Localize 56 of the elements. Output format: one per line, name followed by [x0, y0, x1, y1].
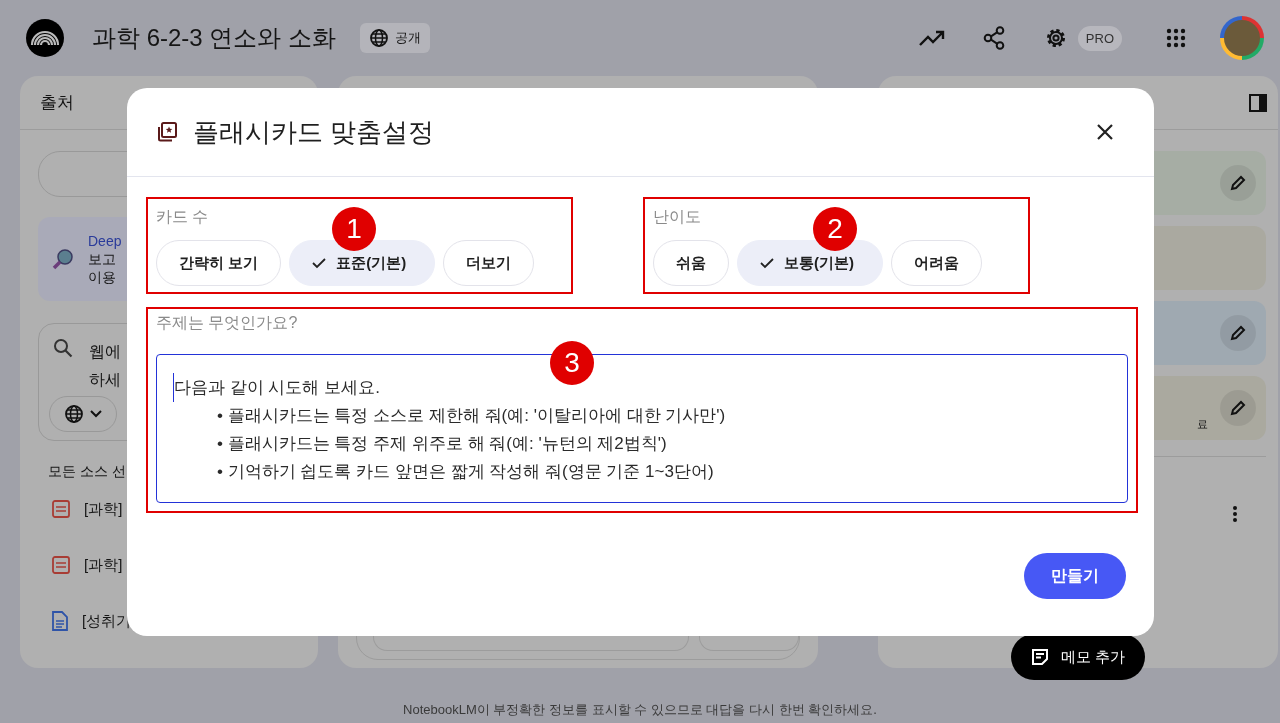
field-label: 카드 수 — [156, 207, 210, 227]
search-hint: 하세 — [89, 370, 121, 390]
globe-icon — [64, 404, 84, 424]
create-button[interactable]: 만들기 — [1024, 553, 1126, 599]
select-all-label: 모든 소스 선 — [48, 463, 126, 481]
card-text: 이용 — [88, 268, 117, 286]
disclaimer-text: NotebookLM이 부정확한 정보를 표시할 수 있으므로 대답을 다시 한번 확인하세요. — [403, 701, 877, 719]
caret-icon — [90, 410, 102, 418]
logo-icon — [26, 19, 64, 57]
check-icon — [312, 257, 327, 269]
add-note-button[interactable]: 메모 추가 — [1011, 634, 1146, 680]
edit-button[interactable] — [1220, 165, 1256, 201]
globe-icon — [369, 28, 390, 48]
number-marker: 3 — [550, 341, 594, 385]
field-hint: • 플래시카드는 특정 소스로 제한해 줘(예: '이탈리아에 대한 기사만') — [216, 405, 727, 427]
field-hint: • 플래시카드는 특정 주제 위주로 해 줘(예: '뉴턴의 제2법칙') — [216, 433, 668, 455]
pencil-icon[interactable] — [1230, 400, 1246, 416]
source-title[interactable]: [과학] — [84, 499, 123, 519]
note-icon — [1031, 648, 1049, 666]
trend-icon[interactable] — [918, 29, 945, 47]
pencil-icon[interactable] — [1230, 175, 1246, 191]
source-title[interactable]: [성취기 — [82, 611, 132, 631]
cards-icon — [155, 120, 179, 144]
avatar[interactable] — [1220, 16, 1264, 60]
option-chip[interactable]: 보통(기본) — [737, 240, 883, 286]
note-text: 료 — [1197, 417, 1208, 432]
notebook-title: 과학 6-2-3 연소와 소화 — [92, 23, 337, 53]
apps-icon[interactable] — [1166, 28, 1186, 48]
card-text: 보고 — [88, 250, 117, 268]
pdf-icon — [52, 556, 70, 574]
panel-title: 출처 — [40, 92, 74, 114]
pencil-icon[interactable] — [1230, 325, 1246, 341]
field-hint: 다음과 같이 시도해 보세요. — [173, 373, 1127, 402]
source-title[interactable]: [과학] — [84, 555, 123, 575]
check-icon — [760, 257, 774, 269]
number-marker: 2 — [813, 207, 857, 251]
edit-button[interactable] — [1220, 390, 1256, 426]
field-hint: • 기억하기 쉽도록 카드 앞면은 짧게 작성해 줘(영문 기준 1~3단어) — [216, 461, 715, 483]
search-icon — [53, 338, 73, 358]
more-icon[interactable] — [1232, 505, 1238, 523]
magnifier-icon — [52, 248, 74, 270]
panel-toggle-icon[interactable] — [1248, 92, 1268, 113]
edit-button[interactable] — [1220, 315, 1256, 351]
card-title: Deep — [88, 232, 122, 250]
number-marker: 1 — [332, 207, 376, 251]
pdf-icon — [52, 500, 70, 518]
dialog-title: 플래시카드 맞춤설정 — [193, 115, 436, 149]
field-label: 주제는 무엇인가요? — [156, 313, 299, 333]
close-icon[interactable] — [1096, 123, 1114, 141]
public-chip[interactable]: 공개 — [360, 23, 431, 53]
plan-badge: PRO — [1077, 25, 1122, 51]
option-chip[interactable]: 표준(기본) — [289, 240, 436, 286]
share-icon[interactable] — [982, 26, 1005, 50]
field-label: 난이도 — [653, 207, 702, 227]
search-hint: 웹에 — [89, 342, 121, 362]
document-icon — [52, 611, 68, 631]
